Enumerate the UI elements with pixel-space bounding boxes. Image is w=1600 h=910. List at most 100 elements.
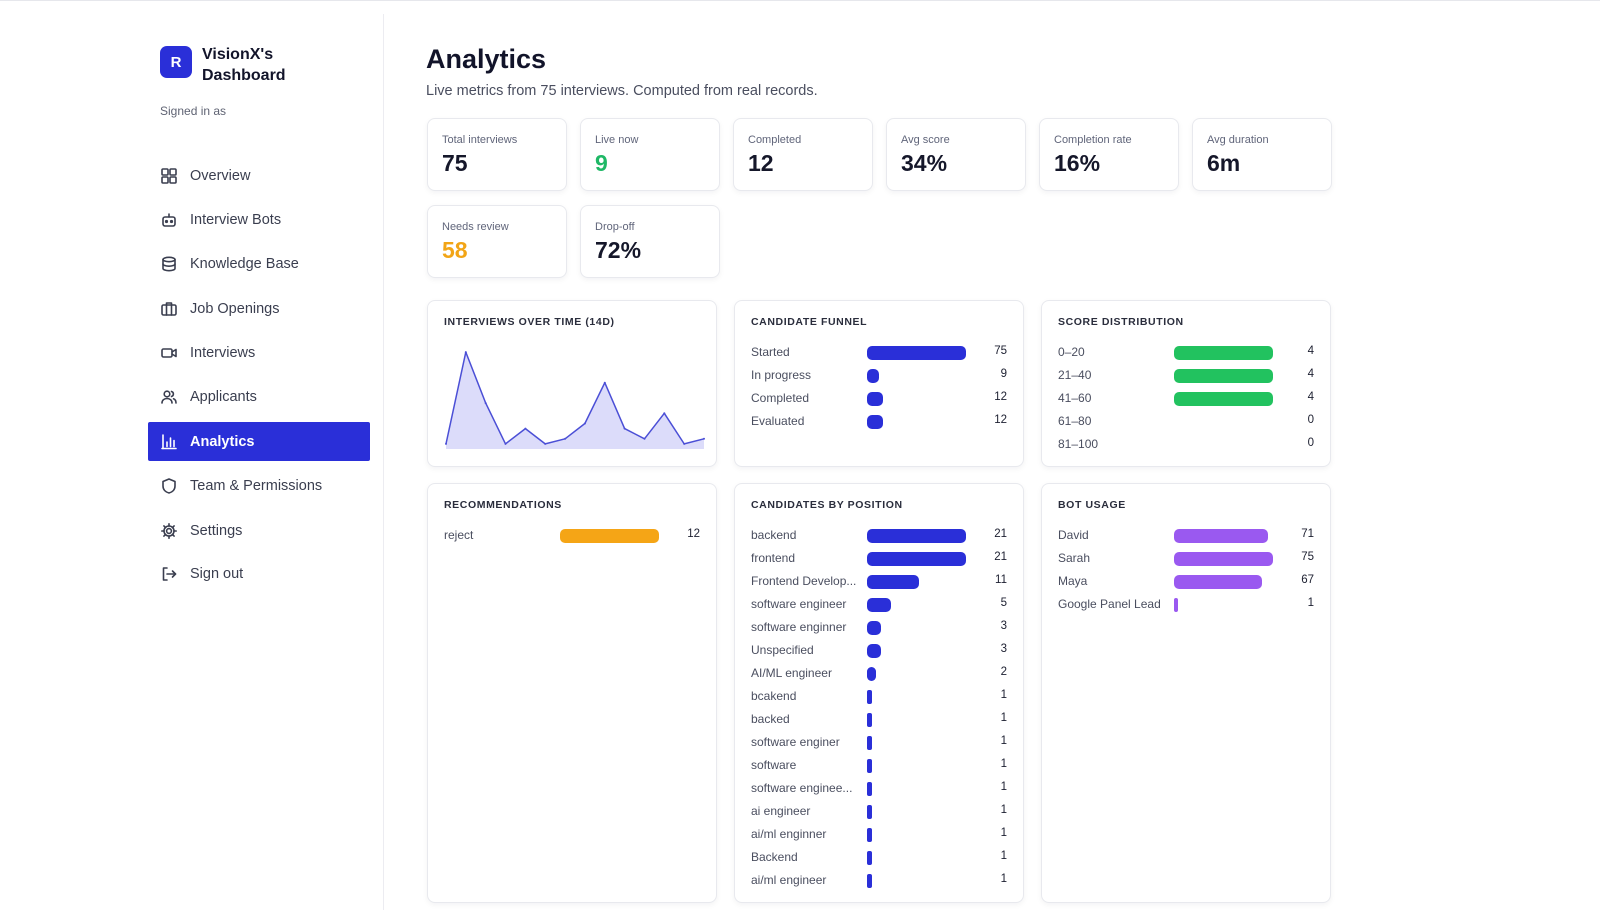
bar — [867, 782, 872, 796]
bar-value: 1 — [1000, 850, 1007, 862]
sidebar-item-settings[interactable]: Settings — [148, 511, 370, 550]
bar-label: David — [1058, 528, 1089, 542]
interviews-over-time-card: INTERVIEWS OVER TIME (14D) — [427, 300, 717, 467]
page-subtitle: Live metrics from 75 interviews. Compute… — [426, 83, 818, 99]
bar — [1174, 369, 1273, 383]
data-point — [683, 442, 686, 445]
stat-value: 9 — [595, 150, 608, 176]
bar — [867, 552, 966, 566]
bar-row: ai/ml enginner 1 — [751, 823, 1007, 846]
bar — [867, 874, 872, 888]
bar — [867, 346, 966, 360]
bar-track — [867, 736, 966, 750]
bar-row: Sarah 75 — [1058, 547, 1314, 570]
stat-card-needs-review: Needs review 58 — [427, 205, 567, 278]
bar-label: software enginer — [751, 735, 840, 749]
sidebar-item-job-openings[interactable]: Job Openings — [148, 289, 370, 328]
data-point — [524, 427, 527, 430]
bar-track — [867, 415, 966, 429]
sidebar-item-interviews[interactable]: Interviews — [148, 334, 370, 373]
sidebar-item-analytics[interactable]: Analytics — [148, 422, 370, 462]
bar — [867, 805, 872, 819]
bar — [867, 392, 883, 406]
stat-card-avg-score: Avg score 34% — [886, 118, 1026, 191]
data-point — [583, 422, 586, 425]
sidebar-item-label: Overview — [190, 167, 251, 184]
bar-row: Started 75 — [751, 341, 1007, 364]
sidebar-item-sign-out[interactable]: Sign out — [148, 555, 370, 594]
bar-label: ai engineer — [751, 804, 811, 818]
sidebar-item-label: Interviews — [190, 345, 256, 362]
sidebar-item-knowledge-base[interactable]: Knowledge Base — [148, 245, 370, 284]
bar-row: software enginee... 1 — [751, 777, 1007, 800]
position-rows: backend 21 frontend 21 Frontend Develop... 11… — [751, 524, 1007, 892]
bar-track — [867, 369, 966, 383]
bar-label: 21–40 — [1058, 368, 1092, 382]
bar-value: 21 — [994, 551, 1007, 563]
bar — [867, 644, 882, 658]
bar-row: Backend 1 — [751, 846, 1007, 869]
bar — [867, 621, 882, 635]
bar-value: 4 — [1307, 368, 1314, 380]
bar-track — [867, 690, 966, 704]
bar-label: Google Panel Lead — [1058, 597, 1161, 611]
bar-value: 2 — [1000, 666, 1007, 678]
bar — [867, 736, 872, 750]
bar-track — [1174, 575, 1273, 589]
sidebar-item-label: Job Openings — [190, 300, 280, 317]
stat-value: 58 — [442, 237, 468, 263]
sidebar-item-applicants[interactable]: Applicants — [148, 378, 370, 417]
stat-label: Needs review — [442, 221, 509, 233]
bar — [1174, 529, 1268, 543]
bar — [867, 415, 883, 429]
bar-label: AI/ML engineer — [751, 666, 832, 680]
bar-value: 1 — [1000, 804, 1007, 816]
sidebar-item-team-permissions[interactable]: Team & Permissions — [148, 467, 370, 506]
bar-label: In progress — [751, 368, 812, 382]
stat-label: Completion rate — [1054, 134, 1132, 146]
stat-label: Live now — [595, 134, 639, 146]
data-point — [564, 437, 567, 440]
bar — [867, 690, 872, 704]
sidebar-item-interview-bots[interactable]: Interview Bots — [148, 200, 370, 239]
bar-value: 75 — [1301, 551, 1314, 563]
signed-in-label: Signed in as — [160, 104, 227, 118]
bar-value: 1 — [1000, 873, 1007, 885]
bar-row: 81–100 0 — [1058, 433, 1314, 456]
bar-value: 11 — [995, 574, 1007, 586]
bar-value: 5 — [1000, 597, 1007, 609]
page-title: Analytics — [426, 44, 547, 74]
stat-value: 12 — [748, 150, 774, 176]
bar-label: bcakend — [751, 689, 797, 703]
bar-track — [867, 782, 966, 796]
briefcase-icon — [160, 300, 178, 318]
bar-value: 1 — [1000, 781, 1007, 793]
card-title: BOT USAGE — [1058, 499, 1126, 511]
data-point — [603, 381, 606, 384]
bar — [1174, 346, 1273, 360]
sidebar-item-overview[interactable]: Overview — [148, 156, 370, 195]
card-title: SCORE DISTRIBUTION — [1058, 316, 1184, 328]
bar-row: software 1 — [751, 754, 1007, 777]
bar-value: 71 — [1301, 528, 1314, 540]
bar-track — [1174, 415, 1273, 429]
data-point — [663, 412, 666, 415]
bar-track — [867, 575, 966, 589]
bar-row: David 71 — [1058, 524, 1314, 547]
candidates-by-position-card: CANDIDATES BY POSITION backend 21 frontend… — [734, 483, 1024, 903]
sidebar-item-label: Settings — [190, 522, 243, 539]
bar-label: backed — [751, 712, 790, 726]
bar-row: 21–40 4 — [1058, 364, 1314, 387]
bar-track — [867, 529, 966, 543]
sidebar: R VisionX's Dashboard Signed in as Overv… — [0, 14, 384, 910]
score-rows: 0–20 4 21–40 4 41–60 4 61–80 0 81–100 0 — [1058, 341, 1314, 456]
recommendations-card: RECOMMENDATIONS reject 12 — [427, 483, 717, 903]
bar-value: 1 — [1000, 712, 1007, 724]
data-point — [445, 442, 447, 445]
data-point — [484, 402, 487, 405]
sidebar-item-label: Applicants — [190, 389, 257, 406]
video-icon — [160, 344, 178, 362]
bar-value: 1 — [1000, 689, 1007, 701]
bar-value: 12 — [994, 414, 1007, 426]
bar-row: Completed 12 — [751, 387, 1007, 410]
